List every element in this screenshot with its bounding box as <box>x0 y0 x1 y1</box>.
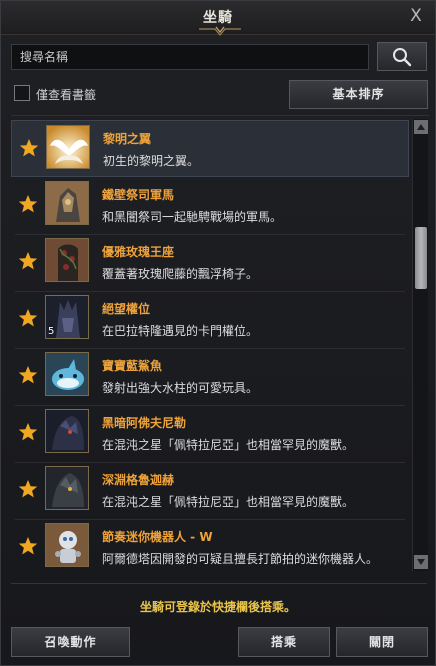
search-input[interactable] <box>11 44 369 70</box>
mount-row[interactable]: 節奏迷你機器人 - W 阿爾德塔因開發的可疑且擅長打節拍的迷你機器人。 <box>11 519 409 576</box>
bookmark-only-checkbox[interactable] <box>14 85 30 101</box>
mount-thumbnail <box>45 352 89 396</box>
window-title: 坐騎 <box>203 10 233 26</box>
mount-thumbnail: 5 <box>45 295 89 339</box>
mount-list: 黎明之翼 初生的黎明之翼。 鐵壁祭司軍馬 和黑闇祭司一起馳騁戰場的軍馬。 優雅玫… <box>11 115 429 575</box>
armored-horse-icon <box>46 182 88 224</box>
abyss-beast-icon <box>46 467 88 509</box>
dark-beast-icon <box>46 410 88 452</box>
mount-row[interactable]: 黎明之翼 初生的黎明之翼。 <box>11 120 409 177</box>
mount-description: 在混沌之星「佩特拉尼亞」也相當罕見的魔獸。 <box>102 438 355 452</box>
mount-name: 節奏迷你機器人 - W <box>102 530 213 544</box>
mount-row[interactable]: 優雅玫瑰王座 覆蓋著玫瑰爬藤的飄浮椅子。 <box>11 234 409 292</box>
scroll-up-icon[interactable] <box>414 120 428 134</box>
mount-description: 初生的黎明之翼。 <box>103 154 200 168</box>
favorite-star-icon[interactable] <box>18 536 38 556</box>
close-icon[interactable]: X <box>405 5 427 27</box>
title-ornament-icon <box>199 26 241 36</box>
mount-name: 優雅玫瑰王座 <box>102 245 175 259</box>
mount-name: 深淵格魯迦赫 <box>102 473 175 487</box>
footer-divider <box>11 583 427 584</box>
bookmark-only-label: 僅查看書籤 <box>36 88 97 102</box>
mount-name: 黑暗阿佛夫尼勒 <box>102 416 187 430</box>
mount-description: 發射出強大水柱的可愛玩具。 <box>102 381 259 395</box>
search-button[interactable] <box>377 42 427 71</box>
title-bar: 坐騎 X <box>1 1 435 36</box>
mount-row[interactable]: 鐵壁祭司軍馬 和黑闇祭司一起馳騁戰場的軍馬。 <box>11 177 409 235</box>
scroll-down-icon[interactable] <box>414 555 428 569</box>
favorite-star-icon[interactable] <box>18 365 38 385</box>
scroll-thumb[interactable] <box>415 227 427 289</box>
mount-description: 阿爾德塔因開發的可疑且擅長打節拍的迷你機器人。 <box>102 552 379 566</box>
favorite-star-icon[interactable] <box>19 138 39 158</box>
summon-action-button[interactable]: 召喚動作 <box>11 627 130 657</box>
list-scrollbar[interactable] <box>412 119 428 571</box>
mount-description: 和黑闇祭司一起馳騁戰場的軍馬。 <box>102 210 283 224</box>
mount-row[interactable]: 黑暗阿佛夫尼勒 在混沌之星「佩特拉尼亞」也相當罕見的魔獸。 <box>11 405 409 463</box>
mount-row[interactable]: 5 絕望權位 在巴拉特隆遇見的卡門權位。 <box>11 291 409 349</box>
favorite-star-icon[interactable] <box>18 194 38 214</box>
mount-thumbnail <box>45 409 89 453</box>
mount-thumbnail <box>45 523 89 567</box>
sort-button[interactable]: 基本排序 <box>289 80 428 109</box>
favorite-star-icon[interactable] <box>18 251 38 271</box>
ride-button[interactable]: 搭乘 <box>238 627 330 657</box>
favorite-star-icon[interactable] <box>18 479 38 499</box>
mount-description: 在巴拉特隆遇見的卡門權位。 <box>102 324 259 338</box>
blue-shark-icon <box>46 353 88 395</box>
quickbar-notice: 坐騎可登錄於快捷欄後搭乘。 <box>139 600 296 614</box>
mount-count-badge: 5 <box>48 326 55 337</box>
search-icon <box>393 47 412 66</box>
mount-description: 在混沌之星「佩特拉尼亞」也相當罕見的魔獸。 <box>102 495 355 509</box>
mount-thumbnail <box>45 466 89 510</box>
mount-name: 黎明之翼 <box>103 132 152 146</box>
mount-row[interactable]: 寶寶藍鯊魚 發射出強大水柱的可愛玩具。 <box>11 348 409 406</box>
mini-robot-icon <box>46 524 88 566</box>
mount-window: 坐騎 X 僅查看書籤 基本排序 <box>0 0 436 666</box>
favorite-star-icon[interactable] <box>18 308 38 328</box>
mount-thumbnail <box>45 181 89 225</box>
close-button[interactable]: 關閉 <box>336 627 428 657</box>
mount-thumbnail <box>46 125 90 169</box>
mount-row[interactable]: 深淵格魯迦赫 在混沌之星「佩特拉尼亞」也相當罕見的魔獸。 <box>11 462 409 520</box>
rose-throne-icon <box>46 239 88 281</box>
wings-icon <box>47 126 89 168</box>
mount-name: 鐵壁祭司軍馬 <box>102 188 175 202</box>
mount-thumbnail <box>45 238 89 282</box>
mount-name: 絕望權位 <box>102 302 151 316</box>
favorite-star-icon[interactable] <box>18 422 38 442</box>
mount-name: 寶寶藍鯊魚 <box>102 359 163 373</box>
mount-description: 覆蓋著玫瑰爬藤的飄浮椅子。 <box>102 267 259 281</box>
